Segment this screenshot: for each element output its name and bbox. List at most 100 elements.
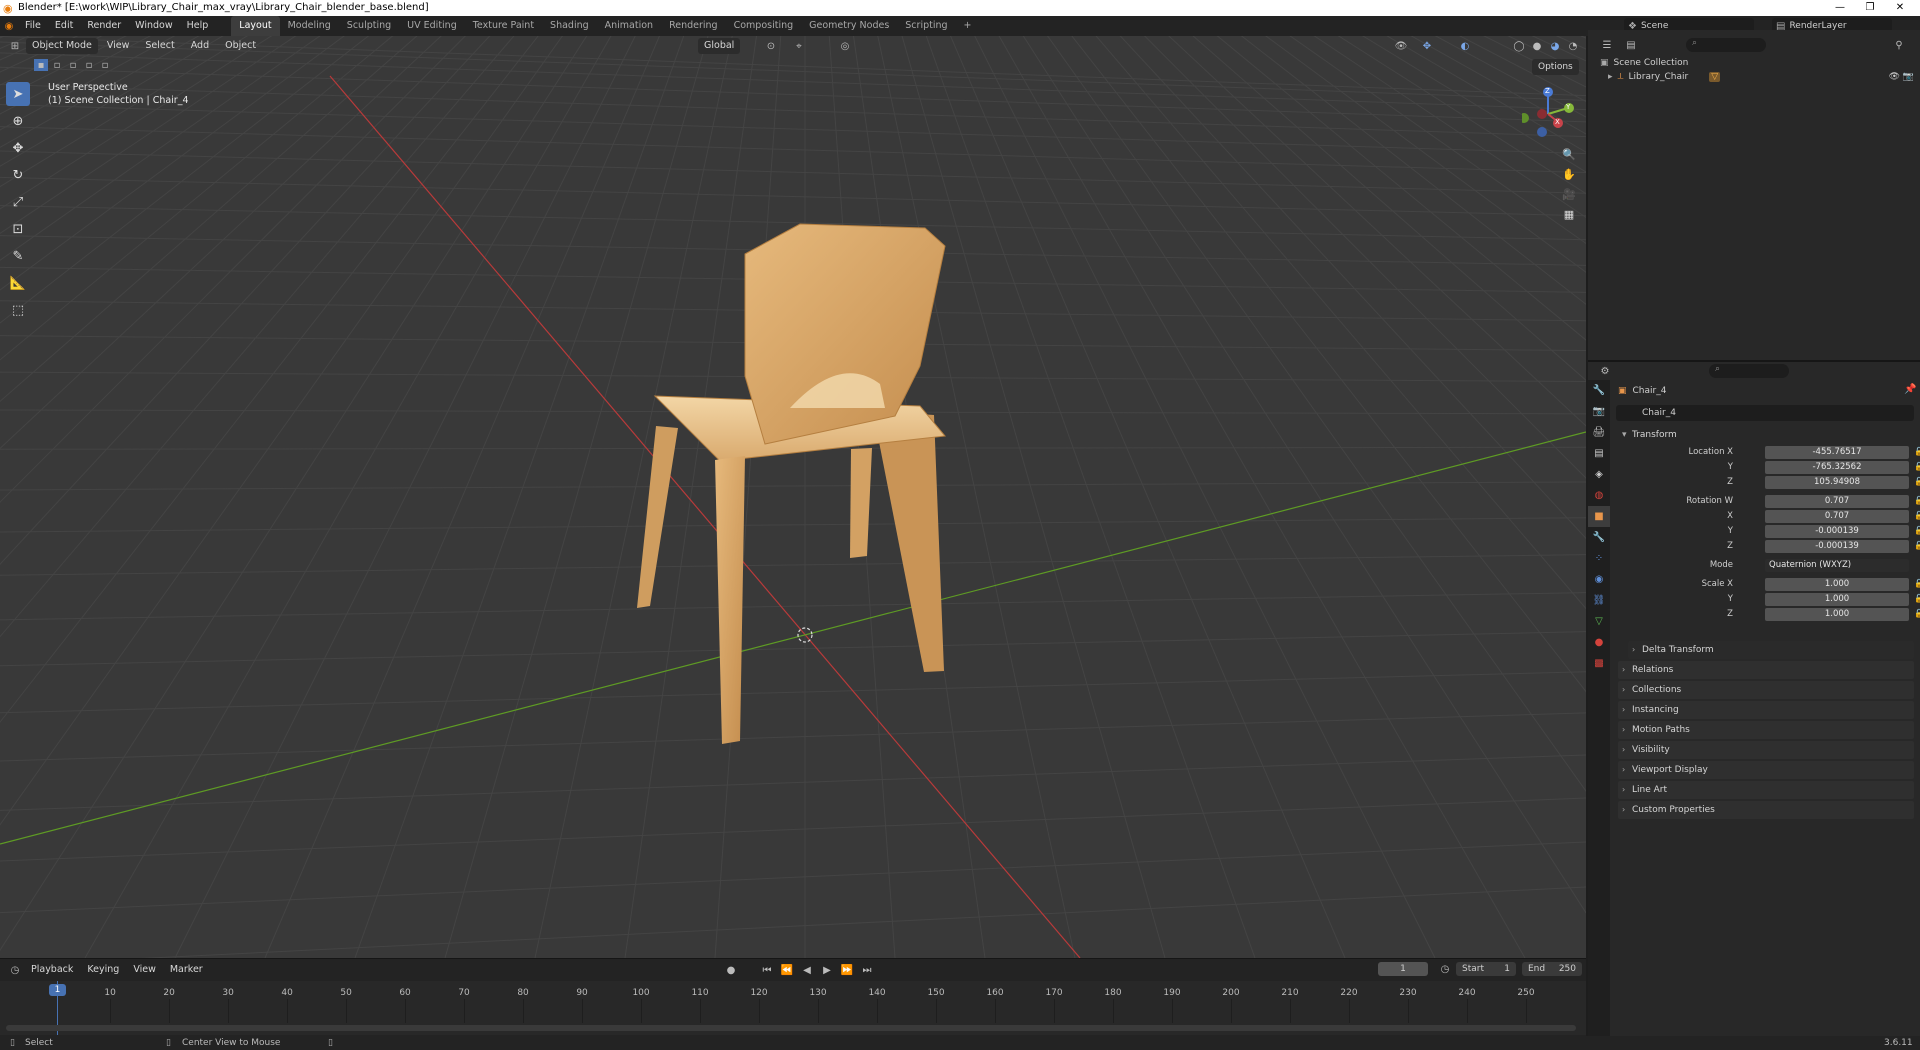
close-button[interactable]: ✕ xyxy=(1880,0,1920,16)
timeline-editor-type-icon[interactable]: ◷ xyxy=(6,962,24,978)
rotation-x-field[interactable]: 0.707 xyxy=(1765,510,1909,523)
lock-icon[interactable]: 🔓 xyxy=(1914,525,1920,537)
select-extend-icon[interactable]: ▫ xyxy=(50,59,64,71)
select-difference-icon[interactable]: ▫ xyxy=(82,59,96,71)
viewport-menu-select[interactable]: Select xyxy=(138,36,181,56)
perspective-toggle-icon[interactable]: ▦ xyxy=(1559,204,1579,224)
lock-icon[interactable]: 🔓 xyxy=(1914,510,1920,522)
outliner-search-input[interactable]: ⌕ xyxy=(1686,38,1766,52)
tab-texture-paint[interactable]: Texture Paint xyxy=(465,16,542,36)
modifiers-tab-icon[interactable]: 🔧 xyxy=(1588,527,1610,548)
location-y-field[interactable]: -765.32562 xyxy=(1765,461,1909,474)
object-data-icon[interactable]: ▽ xyxy=(1709,72,1721,82)
menu-window[interactable]: Window xyxy=(128,16,179,36)
camera-view-icon[interactable]: 🎥 xyxy=(1559,184,1579,204)
viewport-menu-add[interactable]: Add xyxy=(184,36,216,56)
timeline-menu-playback[interactable]: Playback xyxy=(24,960,80,980)
3d-viewport[interactable] xyxy=(0,36,1586,958)
tab-compositing[interactable]: Compositing xyxy=(726,16,802,36)
solid-shading-icon[interactable]: ● xyxy=(1528,38,1546,54)
outliner-item[interactable]: ▸ ⟂ Library_Chair ▽ 👁 📷 xyxy=(1608,72,1914,82)
select-subtract-icon[interactable]: ▫ xyxy=(66,59,80,71)
material-tab-icon[interactable]: ● xyxy=(1588,632,1610,653)
play-reverse-icon[interactable]: ◀ xyxy=(798,962,816,978)
timeline-ruler[interactable]: 10 20 30 40 50 60 70 80 90 100 110 120 130 140 150 160 1… xyxy=(0,981,1586,1035)
object-tab-icon[interactable]: ■ xyxy=(1588,506,1610,527)
panel-line-art[interactable]: › Line Art xyxy=(1618,781,1914,799)
rendered-shading-icon[interactable]: ◔ xyxy=(1564,38,1582,54)
view-layer-tab-icon[interactable]: ▤ xyxy=(1588,443,1610,464)
transform-tool[interactable]: ⊡ xyxy=(6,217,30,241)
outliner-root[interactable]: ▣ Scene Collection xyxy=(1600,58,1688,68)
render-visibility-icon[interactable]: 📷 xyxy=(1903,72,1914,82)
zoom-icon[interactable]: 🔍 xyxy=(1559,144,1579,164)
tab-layout[interactable]: Layout xyxy=(231,16,280,36)
properties-editor-type-icon[interactable]: ⚙ xyxy=(1596,363,1614,379)
expand-chevron-icon[interactable]: ▸ xyxy=(1608,72,1613,82)
options-dropdown[interactable]: Options xyxy=(1532,59,1579,75)
scale-tool[interactable]: ⤢ xyxy=(6,190,30,214)
object-mode-dropdown[interactable]: Object Mode xyxy=(26,38,98,54)
lock-icon[interactable]: 🔓 xyxy=(1914,593,1920,605)
gizmo-toggle-icon[interactable]: ✥ xyxy=(1418,38,1436,54)
scale-z-field[interactable]: 1.000 xyxy=(1765,608,1909,621)
transform-orientation-dropdown[interactable]: Global xyxy=(698,38,741,54)
menu-edit[interactable]: Edit xyxy=(48,16,80,36)
transform-panel-header[interactable]: ▾ Transform xyxy=(1618,426,1914,444)
properties-search-input[interactable]: ⌕ xyxy=(1709,364,1789,378)
panel-visibility[interactable]: › Visibility xyxy=(1618,741,1914,759)
constraints-tab-icon[interactable]: ⛓ xyxy=(1588,590,1610,611)
blender-menu-icon[interactable]: ◉ xyxy=(0,18,18,34)
panel-relations[interactable]: › Relations xyxy=(1618,661,1914,679)
lock-icon[interactable]: 🔓 xyxy=(1914,578,1920,590)
end-frame-field[interactable]: End 250 xyxy=(1522,962,1582,976)
preview-range-icon[interactable]: ◷ xyxy=(1436,961,1454,977)
menu-render[interactable]: Render xyxy=(80,16,128,36)
lock-icon[interactable]: 🔓 xyxy=(1914,476,1920,488)
jump-start-icon[interactable]: ⏮ xyxy=(758,962,776,978)
delta-transform-panel[interactable]: › Delta Transform xyxy=(1628,641,1914,659)
record-icon[interactable]: ● xyxy=(722,962,740,978)
object-name-field[interactable]: Chair_4 xyxy=(1616,405,1914,421)
tab-modeling[interactable]: Modeling xyxy=(280,16,339,36)
viewport-menu-view[interactable]: View xyxy=(100,36,137,56)
scene-tab-icon[interactable]: ◈ xyxy=(1588,464,1610,485)
render-tab-icon[interactable]: 📷 xyxy=(1588,401,1610,422)
filter-icon[interactable]: ⚲ xyxy=(1890,37,1908,53)
tab-uv-editing[interactable]: UV Editing xyxy=(399,16,465,36)
annotate-tool[interactable]: ✎ xyxy=(6,244,30,268)
tool-tab-icon[interactable]: 🔧 xyxy=(1588,380,1610,401)
lock-icon[interactable]: 🔓 xyxy=(1914,446,1920,458)
rotation-y-field[interactable]: -0.000139 xyxy=(1765,525,1909,538)
lock-icon[interactable]: 🔓 xyxy=(1914,461,1920,473)
rotation-z-field[interactable]: -0.000139 xyxy=(1765,540,1909,553)
location-z-field[interactable]: 105.94908 xyxy=(1765,476,1909,489)
tab-shading[interactable]: Shading xyxy=(542,16,597,36)
location-x-field[interactable]: -455.76517 xyxy=(1765,446,1909,459)
tab-sculpting[interactable]: Sculpting xyxy=(339,16,399,36)
play-icon[interactable]: ▶ xyxy=(818,962,836,978)
hide-in-viewport-icon[interactable]: 👁 xyxy=(1889,72,1900,82)
pivot-icon[interactable]: ⊙ xyxy=(762,38,780,54)
viewport-menu-object[interactable]: Object xyxy=(218,36,263,56)
select-box-tool[interactable]: ➤ xyxy=(6,82,30,106)
timeline-scrollbar[interactable] xyxy=(6,1025,1576,1031)
lock-icon[interactable]: 🔓 xyxy=(1914,608,1920,620)
pan-hand-icon[interactable]: ✋ xyxy=(1559,164,1579,184)
move-tool[interactable]: ✥ xyxy=(6,136,30,160)
data-tab-icon[interactable]: ▽ xyxy=(1588,611,1610,632)
scale-y-field[interactable]: 1.000 xyxy=(1765,593,1909,606)
rotation-mode-dropdown[interactable]: Quaternion (WXYZ) xyxy=(1765,559,1909,572)
add-cube-tool[interactable]: ⬚ xyxy=(6,298,30,322)
panel-motion-paths[interactable]: › Motion Paths xyxy=(1618,721,1914,739)
tab-scripting[interactable]: Scripting xyxy=(897,16,955,36)
playhead[interactable]: 1 xyxy=(49,984,66,996)
current-frame-field[interactable]: 1 xyxy=(1378,962,1428,976)
add-workspace-button[interactable]: + xyxy=(956,16,980,36)
start-frame-field[interactable]: Start 1 xyxy=(1456,962,1516,976)
scale-x-field[interactable]: 1.000 xyxy=(1765,578,1909,591)
tab-animation[interactable]: Animation xyxy=(597,16,661,36)
rotate-tool[interactable]: ↻ xyxy=(6,163,30,187)
tab-rendering[interactable]: Rendering xyxy=(661,16,726,36)
navigation-gizmo[interactable]: Z Y X xyxy=(1519,84,1576,138)
